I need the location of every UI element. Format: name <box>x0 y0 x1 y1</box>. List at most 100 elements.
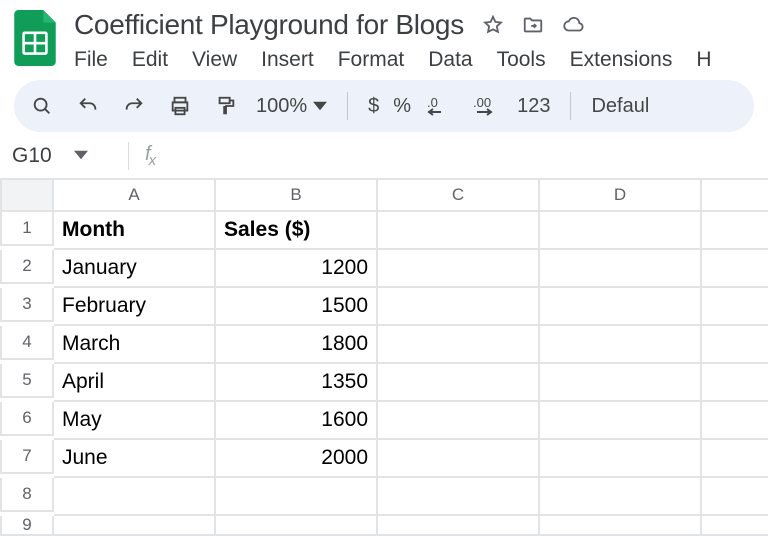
cell-c2[interactable] <box>378 250 540 288</box>
cell-d5[interactable] <box>540 364 702 402</box>
currency-button[interactable]: $ <box>368 95 379 118</box>
toolbar: 100% $ % .0 .00 123 Defaul <box>14 80 754 132</box>
document-title[interactable]: Coefficient Playground for Blogs <box>74 9 464 41</box>
menu-format[interactable]: Format <box>338 48 405 72</box>
separator <box>347 92 348 120</box>
row-head-8[interactable]: 8 <box>0 478 54 512</box>
cell-a7[interactable]: June <box>54 440 216 478</box>
cell-c9[interactable] <box>378 516 540 536</box>
redo-icon[interactable] <box>118 90 150 122</box>
cell-d9[interactable] <box>540 516 702 536</box>
row-head-4[interactable]: 4 <box>0 326 54 360</box>
cell-b2[interactable]: 1200 <box>216 250 378 288</box>
cell-e2[interactable] <box>702 250 768 288</box>
menu-insert[interactable]: Insert <box>261 48 314 72</box>
cell-a2[interactable]: January <box>54 250 216 288</box>
row-head-5[interactable]: 5 <box>0 364 54 398</box>
star-icon[interactable] <box>482 14 504 36</box>
cell-e9[interactable] <box>702 516 768 536</box>
cell-a3[interactable]: February <box>54 288 216 326</box>
cell-d8[interactable] <box>540 478 702 516</box>
zoom-value: 100% <box>256 95 307 118</box>
chevron-down-icon <box>313 99 327 113</box>
row-head-2[interactable]: 2 <box>0 250 54 284</box>
cell-e3[interactable] <box>702 288 768 326</box>
sheets-logo <box>14 10 56 66</box>
cell-b8[interactable] <box>216 478 378 516</box>
cell-c7[interactable] <box>378 440 540 478</box>
cell-c3[interactable] <box>378 288 540 326</box>
row-head-6[interactable]: 6 <box>0 402 54 436</box>
cell-e6[interactable] <box>702 402 768 440</box>
cell-d7[interactable] <box>540 440 702 478</box>
number-format-button[interactable]: 123 <box>517 95 550 118</box>
decrease-decimal-icon[interactable]: .0 <box>425 90 457 122</box>
menu-edit[interactable]: Edit <box>132 48 168 72</box>
name-box[interactable]: G10 <box>8 144 118 168</box>
cell-d2[interactable] <box>540 250 702 288</box>
menu-extensions[interactable]: Extensions <box>570 48 673 72</box>
cell-a9[interactable] <box>54 516 216 536</box>
cell-b7[interactable]: 2000 <box>216 440 378 478</box>
cell-a4[interactable]: March <box>54 326 216 364</box>
svg-text:.00: .00 <box>473 95 491 110</box>
cell-c4[interactable] <box>378 326 540 364</box>
increase-decimal-icon[interactable]: .00 <box>471 90 503 122</box>
col-head-d[interactable]: D <box>540 178 702 212</box>
col-head-a[interactable]: A <box>54 178 216 212</box>
row-head-3[interactable]: 3 <box>0 288 54 322</box>
corner-select-all[interactable] <box>0 178 54 212</box>
cell-b4[interactable]: 1800 <box>216 326 378 364</box>
menu-view[interactable]: View <box>192 48 237 72</box>
percent-button[interactable]: % <box>393 95 411 118</box>
cell-c6[interactable] <box>378 402 540 440</box>
col-head-e[interactable] <box>702 178 768 212</box>
cell-a6[interactable]: May <box>54 402 216 440</box>
formula-bar: G10 fx <box>0 132 768 178</box>
cell-e1[interactable] <box>702 212 768 250</box>
separator <box>128 142 129 170</box>
undo-icon[interactable] <box>72 90 104 122</box>
cell-b5[interactable]: 1350 <box>216 364 378 402</box>
cell-e5[interactable] <box>702 364 768 402</box>
row-head-1[interactable]: 1 <box>0 212 54 246</box>
cell-a1[interactable]: Month <box>54 212 216 250</box>
chevron-down-icon[interactable] <box>74 144 88 168</box>
cell-b6[interactable]: 1600 <box>216 402 378 440</box>
paint-format-icon[interactable] <box>210 90 242 122</box>
menu-help[interactable]: H <box>696 48 711 72</box>
cell-c8[interactable] <box>378 478 540 516</box>
cell-b9[interactable] <box>216 516 378 536</box>
col-head-c[interactable]: C <box>378 178 540 212</box>
row-head-9[interactable]: 9 <box>0 516 54 536</box>
cell-c1[interactable] <box>378 212 540 250</box>
font-dropdown[interactable]: Defaul <box>591 95 649 118</box>
name-box-value: G10 <box>12 144 52 168</box>
row-head-7[interactable]: 7 <box>0 440 54 474</box>
cell-d3[interactable] <box>540 288 702 326</box>
cell-a8[interactable] <box>54 478 216 516</box>
search-icon[interactable] <box>26 90 58 122</box>
zoom-dropdown[interactable]: 100% <box>256 95 327 118</box>
cell-c5[interactable] <box>378 364 540 402</box>
menu-tools[interactable]: Tools <box>497 48 546 72</box>
menu-file[interactable]: File <box>74 48 108 72</box>
cell-d1[interactable] <box>540 212 702 250</box>
cell-e8[interactable] <box>702 478 768 516</box>
menu-data[interactable]: Data <box>428 48 472 72</box>
cell-d4[interactable] <box>540 326 702 364</box>
cell-e7[interactable] <box>702 440 768 478</box>
fx-icon: fx <box>145 143 156 169</box>
cell-b1[interactable]: Sales ($) <box>216 212 378 250</box>
col-head-b[interactable]: B <box>216 178 378 212</box>
cell-d6[interactable] <box>540 402 702 440</box>
print-icon[interactable] <box>164 90 196 122</box>
menu-bar: File Edit View Insert Format Data Tools … <box>74 42 754 80</box>
cell-b3[interactable]: 1500 <box>216 288 378 326</box>
svg-text:.0: .0 <box>427 95 438 110</box>
cloud-saved-icon[interactable] <box>562 14 584 36</box>
move-to-folder-icon[interactable] <box>522 14 544 36</box>
cell-e4[interactable] <box>702 326 768 364</box>
spreadsheet-grid[interactable]: A B C D 1 Month Sales ($) 2 January 1200… <box>0 178 768 536</box>
cell-a5[interactable]: April <box>54 364 216 402</box>
